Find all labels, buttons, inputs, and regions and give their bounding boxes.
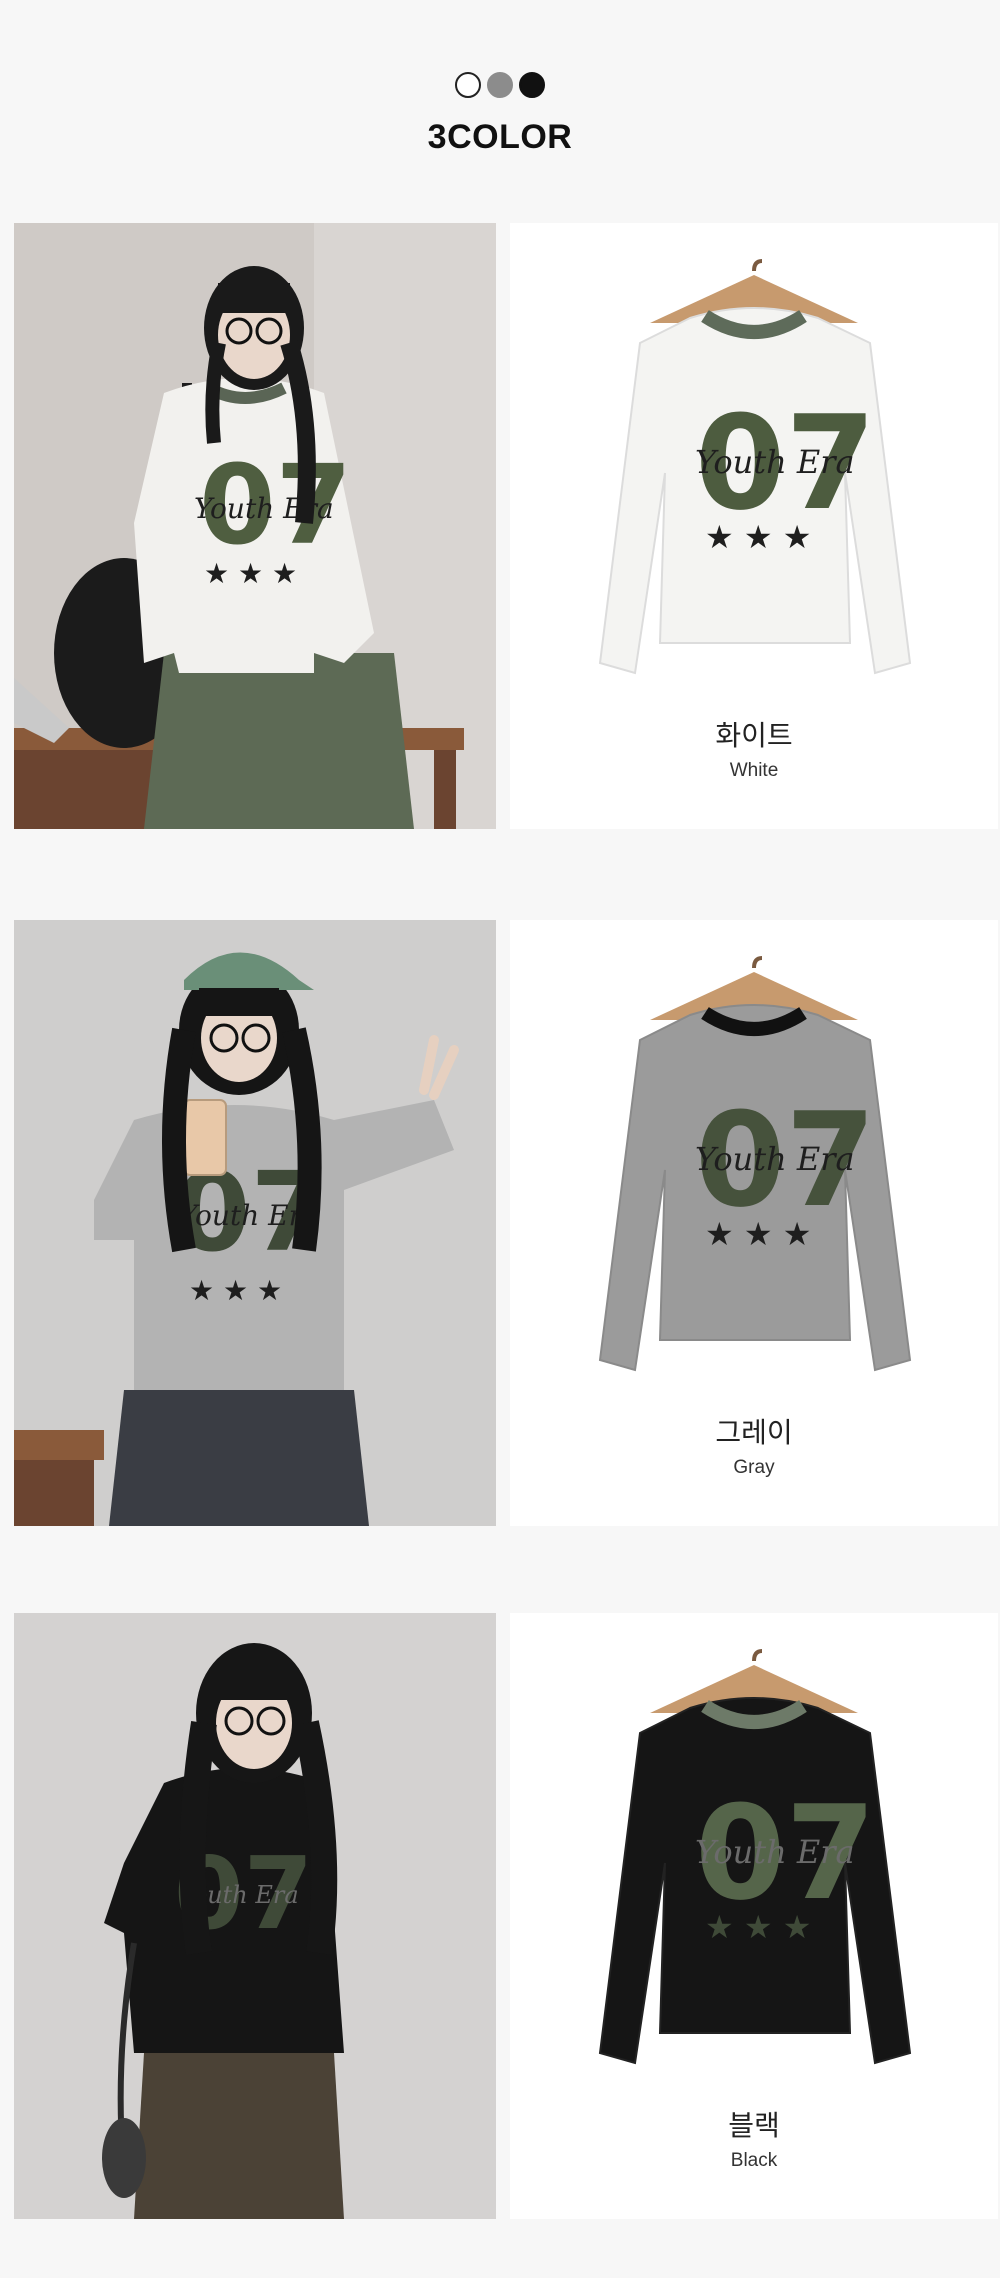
svg-text:Youth Era: Youth Era — [695, 443, 855, 481]
model-photo-white: 07 Youth Era ★ ★ ★ — [14, 223, 496, 829]
product-color-page: 3COLOR 07 Youth Era ★ ★ ★ 07 Youth Era ★… — [0, 0, 1000, 2278]
color-row-black: 07 Youth Era 07 Youth Era ★ ★ ★ 블랙 Black — [14, 1613, 998, 2219]
white-swatch[interactable] — [455, 72, 481, 98]
color-name-en: White — [729, 760, 779, 781]
svg-text:★ ★ ★: ★ ★ ★ — [705, 518, 811, 556]
product-card-white: 07 Youth Era ★ ★ ★ 화이트 White — [510, 223, 998, 829]
color-name-ko: 그레이 — [715, 1416, 793, 1449]
gray-swatch[interactable] — [487, 72, 513, 98]
model-photo-gray: 07 Youth Era ★ ★ ★ — [14, 920, 496, 1526]
color-name-ko: 화이트 — [715, 719, 793, 752]
color-row-white: 07 Youth Era ★ ★ ★ 07 Youth Era ★ ★ ★ 화이… — [14, 223, 998, 829]
color-name-en: Black — [730, 2150, 778, 2171]
color-row-gray: 07 Youth Era ★ ★ ★ 07 Youth Era ★ ★ ★ 그레… — [14, 920, 998, 1526]
svg-text:★ ★ ★: ★ ★ ★ — [189, 1274, 282, 1307]
color-name-ko: 블랙 — [728, 2109, 780, 2142]
color-swatches — [0, 72, 1000, 98]
svg-text:★ ★ ★: ★ ★ ★ — [204, 557, 297, 590]
svg-text:Youth Era: Youth Era — [695, 1833, 855, 1871]
black-swatch[interactable] — [519, 72, 545, 98]
svg-text:Youth Era: Youth Era — [695, 1140, 855, 1178]
model-photo-black: 07 Youth Era — [14, 1613, 496, 2219]
color-name-en: Gray — [733, 1457, 775, 1478]
svg-text:★ ★ ★: ★ ★ ★ — [705, 1215, 811, 1253]
product-card-gray: 07 Youth Era ★ ★ ★ 그레이 Gray — [510, 920, 998, 1526]
svg-text:★ ★ ★: ★ ★ ★ — [705, 1908, 811, 1946]
section-title: 3COLOR — [427, 118, 573, 156]
product-card-black: 07 Youth Era ★ ★ ★ 블랙 Black — [510, 1613, 998, 2219]
